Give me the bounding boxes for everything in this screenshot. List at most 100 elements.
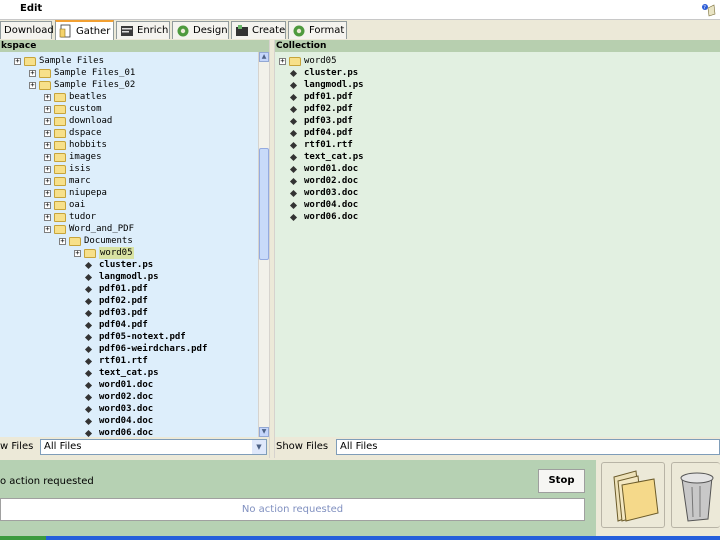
workspace-header: kspace (0, 40, 269, 52)
menu-edit[interactable]: Edit (20, 3, 42, 14)
expand-toggle-icon[interactable]: + (279, 58, 286, 65)
tree-file-node[interactable]: word02.doc (0, 391, 258, 403)
stop-button[interactable]: Stop (538, 469, 585, 493)
tree-node-label: pdf04.pdf (304, 128, 353, 138)
chevron-down-icon[interactable]: ▼ (252, 440, 266, 454)
scroll-down-arrow-icon[interactable]: ▼ (259, 427, 269, 437)
tab-design[interactable]: Design (172, 21, 229, 39)
tree-node-label: custom (69, 104, 102, 114)
tree-file-node[interactable]: cluster.ps (275, 67, 720, 79)
tab-create[interactable]: Create (231, 21, 286, 39)
expand-toggle-icon[interactable]: + (44, 190, 51, 197)
tree-folder-node[interactable]: + tudor (0, 211, 258, 223)
tree-file-node[interactable]: pdf01.pdf (0, 283, 258, 295)
tree-file-node[interactable]: word04.doc (0, 415, 258, 427)
expand-toggle-icon[interactable]: + (44, 214, 51, 221)
tab-format[interactable]: Format (288, 21, 347, 39)
tree-folder-node[interactable]: + isis (0, 163, 258, 175)
tree-file-node[interactable]: word01.doc (275, 163, 720, 175)
workspace-tree[interactable]: + Sample Files + Sample Files_01 + Sample Fil… (0, 52, 258, 437)
expand-toggle-icon[interactable]: + (44, 118, 51, 125)
tree-folder-node[interactable]: + niupepa (0, 187, 258, 199)
tree-file-node[interactable]: pdf04.pdf (0, 319, 258, 331)
expand-toggle-icon[interactable]: + (44, 226, 51, 233)
expand-toggle-icon[interactable]: + (59, 238, 66, 245)
tree-file-node[interactable]: langmodl.ps (275, 79, 720, 91)
tree-node-label: word06.doc (304, 212, 359, 222)
folder-icon (54, 201, 66, 210)
tree-folder-node[interactable]: + Sample Files (0, 55, 258, 67)
tab-enrich[interactable]: Enrich (116, 21, 170, 39)
tree-node-label: Sample Files (39, 56, 105, 66)
expand-toggle-icon[interactable]: + (14, 58, 21, 65)
expand-toggle-icon[interactable]: + (44, 142, 51, 149)
tab-download[interactable]: Download (0, 21, 54, 39)
expand-toggle-icon[interactable]: + (44, 202, 51, 209)
expand-toggle-icon[interactable]: + (29, 82, 36, 89)
tree-file-node[interactable]: pdf02.pdf (0, 295, 258, 307)
tree-file-node[interactable]: langmodl.ps (0, 271, 258, 283)
tree-folder-node[interactable]: + word05 (0, 247, 258, 259)
tree-node-label: beatles (69, 92, 107, 102)
tree-node-label: Sample Files_01 (54, 68, 136, 78)
tree-file-node[interactable]: word04.doc (275, 199, 720, 211)
tree-file-node[interactable]: word01.doc (0, 379, 258, 391)
tree-folder-node[interactable]: + word05 (275, 55, 720, 67)
tree-file-node[interactable]: pdf02.pdf (275, 103, 720, 115)
folder-icon (54, 153, 66, 162)
open-folder-button[interactable] (601, 462, 665, 528)
tree-node-label: langmodl.ps (99, 272, 159, 282)
tab-design-label: Design (193, 25, 228, 36)
tree-file-node[interactable]: word02.doc (275, 175, 720, 187)
expand-toggle-icon[interactable]: + (44, 94, 51, 101)
collection-file-filter-select[interactable]: All Files (336, 439, 720, 455)
scroll-thumb[interactable] (259, 148, 269, 260)
workspace-scrollbar[interactable]: ▲ ▼ (258, 52, 269, 437)
tree-folder-node[interactable]: + hobbits (0, 139, 258, 151)
tree-file-node[interactable]: pdf05-notext.pdf (0, 331, 258, 343)
tree-file-node[interactable]: word03.doc (275, 187, 720, 199)
tree-file-node[interactable]: cluster.ps (0, 259, 258, 271)
tree-folder-node[interactable]: + oai (0, 199, 258, 211)
expand-toggle-icon[interactable]: + (44, 178, 51, 185)
collection-tree[interactable]: + word05 cluster.ps langmodl.ps pdf01.pdf pdf… (275, 52, 720, 437)
tree-folder-node[interactable]: + marc (0, 175, 258, 187)
tree-file-node[interactable]: pdf03.pdf (0, 307, 258, 319)
tree-folder-node[interactable]: + download (0, 115, 258, 127)
tree-node-label: dspace (69, 128, 102, 138)
tree-node-label: word05 (304, 56, 337, 66)
tree-folder-node[interactable]: + beatles (0, 91, 258, 103)
tree-node-label: pdf04.pdf (99, 320, 148, 330)
workspace-file-filter-select[interactable]: All Files ▼ (40, 439, 267, 455)
tree-folder-node[interactable]: + custom (0, 103, 258, 115)
expand-toggle-icon[interactable]: + (74, 250, 81, 257)
tree-file-node[interactable]: text_cat.ps (275, 151, 720, 163)
tree-file-node[interactable]: pdf01.pdf (275, 91, 720, 103)
help-icon[interactable]: ? (699, 2, 717, 18)
tree-folder-node[interactable]: + Word_and_PDF (0, 223, 258, 235)
expand-toggle-icon[interactable]: + (29, 70, 36, 77)
expand-toggle-icon[interactable]: + (44, 106, 51, 113)
tree-file-node[interactable]: word03.doc (0, 403, 258, 415)
format-icon (293, 25, 305, 36)
tree-file-node[interactable]: pdf04.pdf (275, 127, 720, 139)
scroll-up-arrow-icon[interactable]: ▲ (259, 52, 269, 62)
tab-gather[interactable]: Gather (55, 20, 114, 40)
delete-button[interactable] (671, 462, 720, 528)
tree-folder-node[interactable]: + Sample Files_01 (0, 67, 258, 79)
tree-file-node[interactable]: text_cat.ps (0, 367, 258, 379)
tree-folder-node[interactable]: + Sample Files_02 (0, 79, 258, 91)
tree-file-node[interactable]: pdf03.pdf (275, 115, 720, 127)
tree-file-node[interactable]: pdf06-weirdchars.pdf (0, 343, 258, 355)
expand-toggle-icon[interactable]: + (44, 166, 51, 173)
tree-node-label: oai (69, 200, 86, 210)
tree-folder-node[interactable]: + dspace (0, 127, 258, 139)
tree-file-node[interactable]: rtf01.rtf (275, 139, 720, 151)
tree-file-node[interactable]: word06.doc (275, 211, 720, 223)
tree-file-node[interactable]: rtf01.rtf (0, 355, 258, 367)
tree-folder-node[interactable]: + Documents (0, 235, 258, 247)
expand-toggle-icon[interactable]: + (44, 130, 51, 137)
expand-toggle-icon[interactable]: + (44, 154, 51, 161)
tree-folder-node[interactable]: + images (0, 151, 258, 163)
tree-file-node[interactable]: word06.doc (0, 427, 258, 437)
